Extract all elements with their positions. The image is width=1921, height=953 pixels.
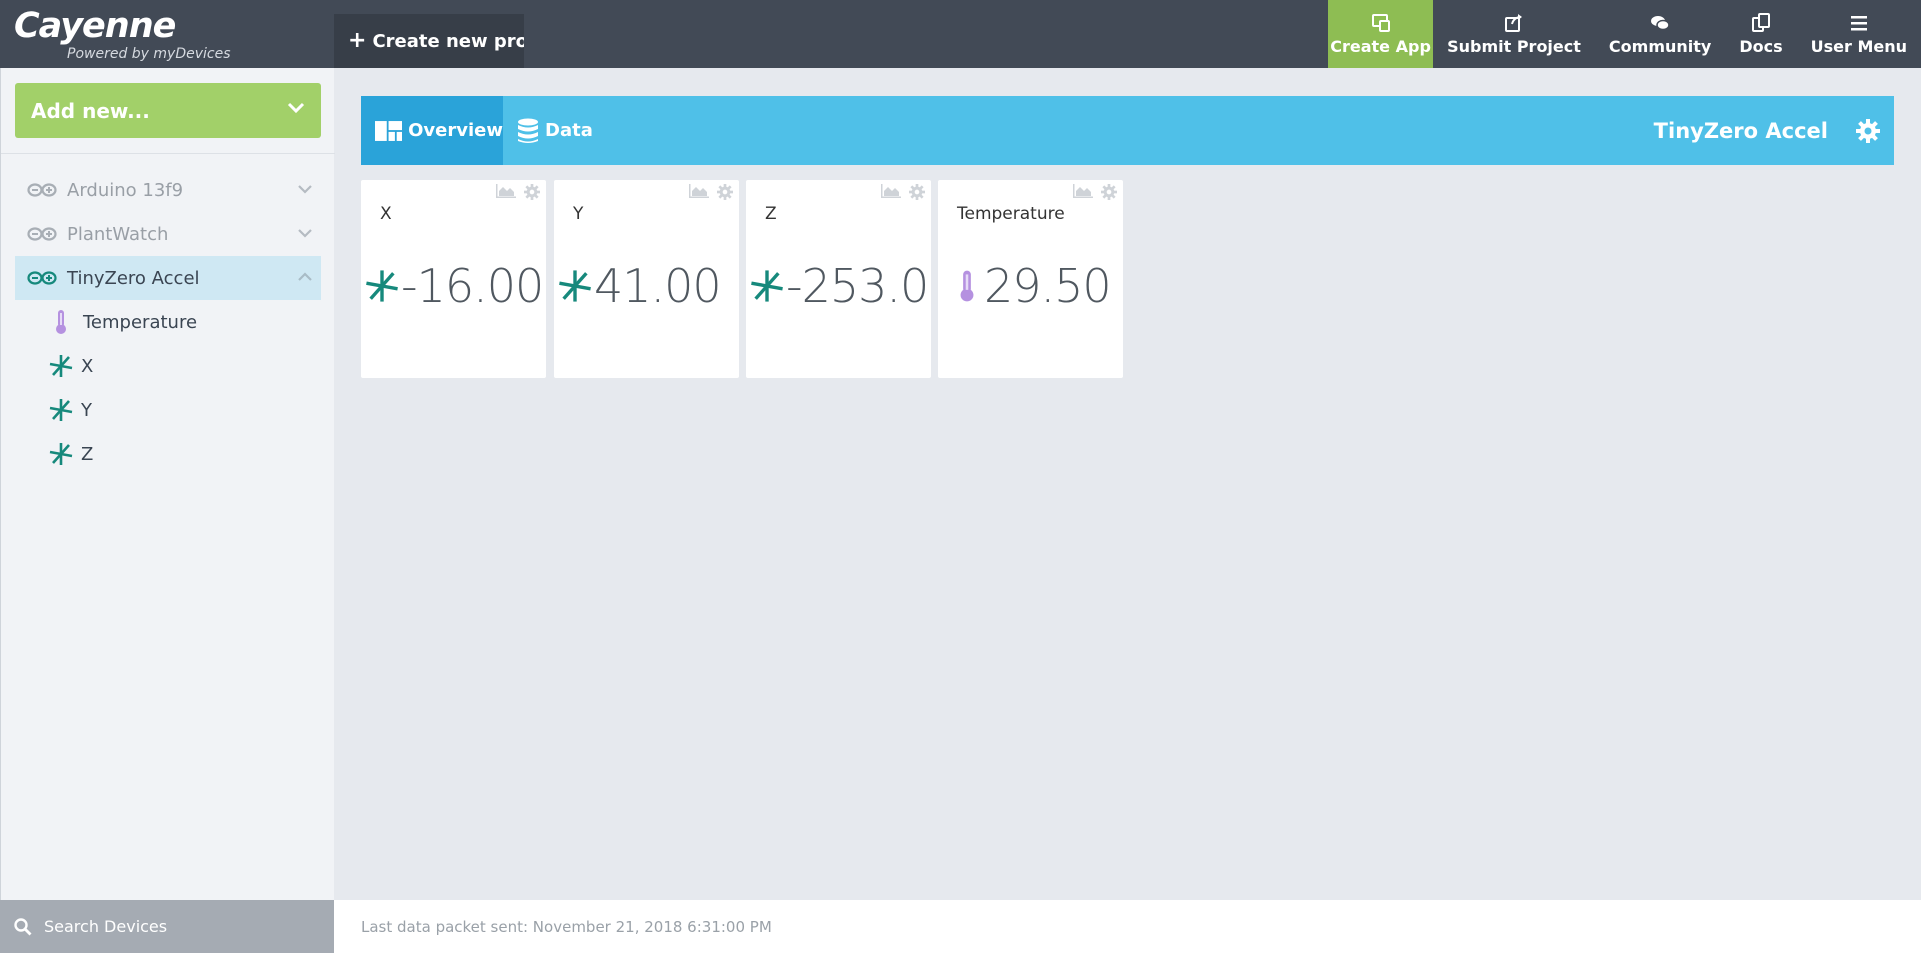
brand-tagline: Powered by myDevices xyxy=(67,46,231,62)
accelerometer-icon xyxy=(558,269,592,303)
database-icon xyxy=(518,118,538,143)
sidebar-device-plantwatch[interactable]: PlantWatch xyxy=(15,212,321,256)
accelerometer-icon xyxy=(750,269,784,303)
last-packet-text: Last data packet sent: November 21, 2018… xyxy=(361,917,772,936)
widget-temperature[interactable]: Temperature 29.50 xyxy=(938,180,1123,378)
widget-tools xyxy=(689,184,733,200)
chevron-down-icon[interactable] xyxy=(297,183,313,195)
accelerometer-icon xyxy=(49,397,73,423)
submit-project-label: Submit Project xyxy=(1447,36,1581,56)
accelerometer-icon xyxy=(49,353,73,379)
user-menu-label: User Menu xyxy=(1810,36,1907,56)
channel-label: Z xyxy=(81,443,94,465)
community-button[interactable]: Community xyxy=(1595,0,1725,68)
chart-icon[interactable] xyxy=(496,184,516,198)
widget-x[interactable]: X -16.00 xyxy=(361,180,546,378)
channel-label: X xyxy=(81,355,94,377)
sidebar-channel-y[interactable]: Y xyxy=(49,388,92,432)
widget-tools xyxy=(881,184,925,200)
device-label: Arduino 13f9 xyxy=(67,179,184,201)
chevron-down-icon[interactable] xyxy=(297,227,313,239)
cayenne-logo[interactable]: Cayenne Powered by myDevices xyxy=(14,6,231,62)
widget-y[interactable]: Y 41.00 xyxy=(554,180,739,378)
widget-reading: -16.00 xyxy=(401,259,544,313)
device-label: PlantWatch xyxy=(67,223,169,245)
widget-value: 29.50 xyxy=(958,258,1139,314)
channel-label: Y xyxy=(81,399,92,421)
sidebar-divider xyxy=(1,153,335,154)
tab-label: Overview xyxy=(408,120,503,141)
channel-label: Temperature xyxy=(83,311,198,333)
create-app-button[interactable]: Create App xyxy=(1328,0,1434,68)
sidebar-device-arduino-13f9[interactable]: Arduino 13f9 xyxy=(15,168,321,212)
docs-label: Docs xyxy=(1739,36,1783,56)
hamburger-icon xyxy=(1850,15,1867,30)
docs-button[interactable]: Docs xyxy=(1725,0,1796,68)
create-app-icon xyxy=(1371,13,1390,32)
accelerometer-icon xyxy=(49,441,73,467)
widget-title: Z xyxy=(765,204,777,224)
submit-project-button[interactable]: Submit Project xyxy=(1433,0,1595,68)
thermometer-icon xyxy=(958,267,976,305)
plus-icon: + xyxy=(348,28,367,53)
arduino-icon xyxy=(27,271,57,285)
widget-title: X xyxy=(380,204,392,224)
search-devices-input[interactable]: Search Devices xyxy=(0,900,334,953)
status-footer: Last data packet sent: November 21, 2018… xyxy=(334,900,1921,953)
share-icon xyxy=(1504,13,1522,32)
sidebar-device-tinyzero-accel[interactable]: TinyZero Accel xyxy=(15,256,321,300)
top-bar: Cayenne Powered by myDevices + Create ne… xyxy=(0,0,1921,68)
create-project-label: Create new proj... xyxy=(372,30,524,52)
chart-icon[interactable] xyxy=(881,184,901,198)
arduino-icon xyxy=(27,183,57,197)
sidebar-channel-x[interactable]: X xyxy=(49,344,93,388)
tab-overview[interactable]: Overview xyxy=(361,96,503,165)
widget-tools xyxy=(1073,184,1117,200)
widget-title: Y xyxy=(573,204,584,224)
widget-tools xyxy=(496,184,540,200)
device-label: TinyZero Accel xyxy=(67,267,200,289)
dashboard-icon xyxy=(375,120,403,141)
widget-title: Temperature xyxy=(957,204,1065,224)
sidebar-channel-z[interactable]: Z xyxy=(49,432,93,476)
gear-icon[interactable] xyxy=(1856,119,1880,143)
accelerometer-icon xyxy=(365,269,399,303)
widget-value: -16.00 xyxy=(365,258,546,314)
chevron-up-icon[interactable] xyxy=(297,271,313,283)
gear-icon[interactable] xyxy=(524,184,540,200)
community-label: Community xyxy=(1608,36,1712,56)
add-new-label: Add new... xyxy=(31,98,150,123)
gear-icon[interactable] xyxy=(717,184,733,200)
thermometer-icon xyxy=(49,309,73,335)
chart-icon[interactable] xyxy=(1073,184,1093,198)
chevron-down-icon xyxy=(287,102,305,114)
widget-value: -253.00 xyxy=(750,258,931,314)
sidebar-channel-temperature[interactable]: Temperature xyxy=(49,300,197,344)
top-nav: Create App Submit Project Community Docs xyxy=(1328,0,1921,68)
brand-name: Cayenne xyxy=(14,6,176,46)
gear-icon[interactable] xyxy=(1101,184,1117,200)
widget-z[interactable]: Z -253.00 xyxy=(746,180,931,378)
widget-value: 41.00 xyxy=(558,258,739,314)
widget-reading: 41.00 xyxy=(594,259,722,313)
arduino-icon xyxy=(27,227,57,241)
docs-icon xyxy=(1751,12,1770,32)
sidebar: Add new... Arduino 13f9 PlantWatch TinyZ… xyxy=(0,68,335,900)
search-icon xyxy=(14,917,32,935)
device-title: TinyZero Accel xyxy=(1653,118,1828,143)
create-app-label: Create App xyxy=(1330,36,1431,56)
chart-icon[interactable] xyxy=(689,184,709,198)
chat-icon xyxy=(1651,15,1670,30)
tab-label: Data xyxy=(545,120,593,141)
tab-data[interactable]: Data xyxy=(503,96,593,165)
gear-icon[interactable] xyxy=(909,184,925,200)
create-project-button[interactable]: + Create new proj... xyxy=(334,14,524,68)
widget-reading: -253.00 xyxy=(786,259,931,313)
add-new-button[interactable]: Add new... xyxy=(15,83,321,138)
user-menu-button[interactable]: User Menu xyxy=(1797,0,1921,68)
search-placeholder: Search Devices xyxy=(44,917,168,936)
device-tab-bar: Overview Data TinyZero Accel xyxy=(361,96,1894,165)
widget-reading: 29.50 xyxy=(984,259,1112,313)
